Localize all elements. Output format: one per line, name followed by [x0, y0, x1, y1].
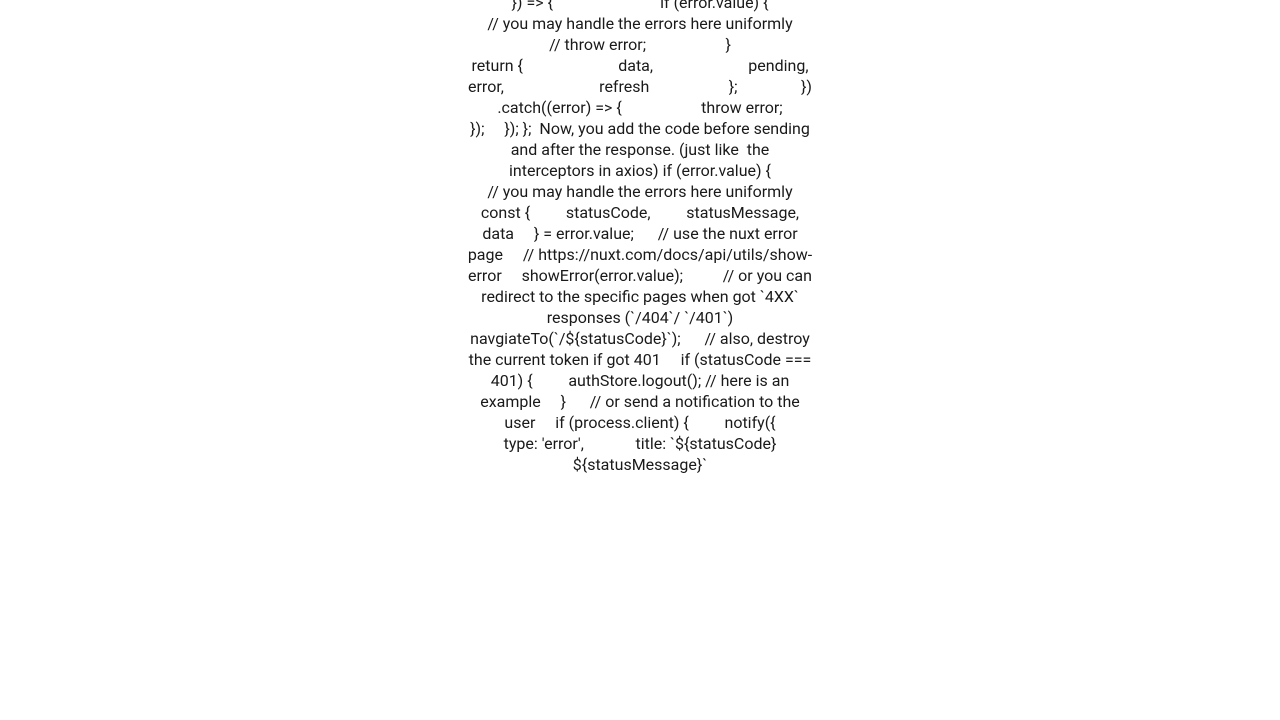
- document-content: }) => { if (error.value) { // you may ha…: [468, 0, 813, 475]
- code-text-block: }) => { if (error.value) { // you may ha…: [468, 0, 813, 475]
